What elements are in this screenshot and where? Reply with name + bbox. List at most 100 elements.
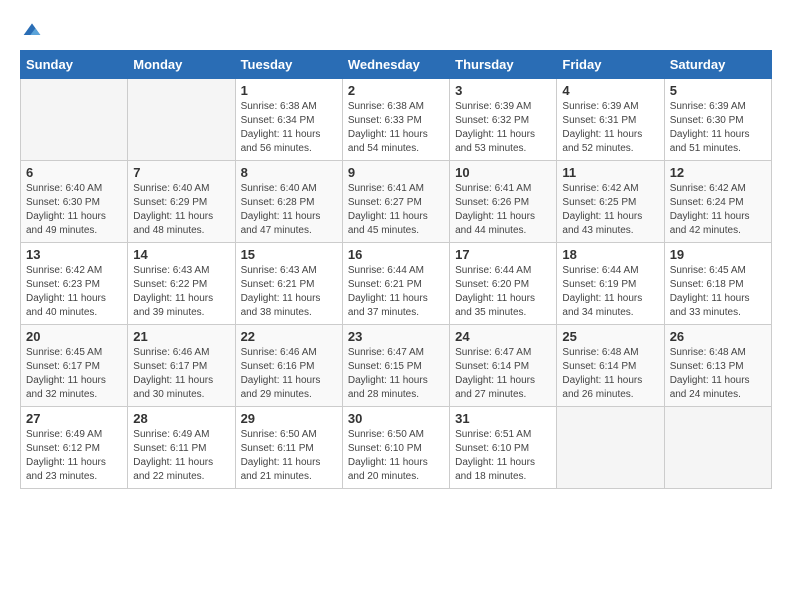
calendar-cell: 10 Sunrise: 6:41 AM Sunset: 6:26 PM Dayli… xyxy=(450,161,557,243)
day-number: 25 xyxy=(562,329,658,344)
weekday-header: Friday xyxy=(557,51,664,79)
day-info: Sunrise: 6:48 AM Sunset: 6:13 PM Dayligh… xyxy=(670,346,766,402)
logo xyxy=(20,20,42,40)
day-number: 10 xyxy=(455,165,551,180)
day-number: 5 xyxy=(670,83,766,98)
day-info: Sunrise: 6:45 AM Sunset: 6:17 PM Dayligh… xyxy=(26,346,122,402)
day-info: Sunrise: 6:39 AM Sunset: 6:31 PM Dayligh… xyxy=(562,100,658,156)
day-number: 11 xyxy=(562,165,658,180)
page-header xyxy=(20,20,772,40)
weekday-header: Wednesday xyxy=(342,51,449,79)
calendar-cell xyxy=(128,79,235,161)
day-info: Sunrise: 6:43 AM Sunset: 6:21 PM Dayligh… xyxy=(241,264,337,320)
calendar-cell: 20Sunrise: 6:45 AM Sunset: 6:17 PM Dayli… xyxy=(21,325,128,407)
day-number: 27 xyxy=(26,411,122,426)
weekday-header: Thursday xyxy=(450,51,557,79)
day-info: Sunrise: 6:41 AM Sunset: 6:27 PM Dayligh… xyxy=(348,182,444,238)
day-number: 24 xyxy=(455,329,551,344)
day-info: Sunrise: 6:46 AM Sunset: 6:17 PM Dayligh… xyxy=(133,346,229,402)
day-number: 3 xyxy=(455,83,551,98)
calendar-cell xyxy=(21,79,128,161)
day-info: Sunrise: 6:43 AM Sunset: 6:22 PM Dayligh… xyxy=(133,264,229,320)
weekday-header: Tuesday xyxy=(235,51,342,79)
day-info: Sunrise: 6:46 AM Sunset: 6:16 PM Dayligh… xyxy=(241,346,337,402)
day-info: Sunrise: 6:42 AM Sunset: 6:23 PM Dayligh… xyxy=(26,264,122,320)
day-number: 28 xyxy=(133,411,229,426)
calendar-table: SundayMondayTuesdayWednesdayThursdayFrid… xyxy=(20,50,772,489)
day-info: Sunrise: 6:38 AM Sunset: 6:34 PM Dayligh… xyxy=(241,100,337,156)
calendar-cell: 9 Sunrise: 6:41 AM Sunset: 6:27 PM Daylig… xyxy=(342,161,449,243)
weekday-header-row: SundayMondayTuesdayWednesdayThursdayFrid… xyxy=(21,51,772,79)
calendar-cell: 1 Sunrise: 6:38 AM Sunset: 6:34 PM Daylig… xyxy=(235,79,342,161)
day-info: Sunrise: 6:50 AM Sunset: 6:10 PM Dayligh… xyxy=(348,428,444,484)
day-number: 21 xyxy=(133,329,229,344)
calendar-cell: 26 Sunrise: 6:48 AM Sunset: 6:13 PM Dayli… xyxy=(664,325,771,407)
day-number: 30 xyxy=(348,411,444,426)
calendar-cell: 8 Sunrise: 6:40 AM Sunset: 6:28 PM Daylig… xyxy=(235,161,342,243)
day-number: 6 xyxy=(26,165,122,180)
calendar-cell: 27Sunrise: 6:49 AM Sunset: 6:12 PM Dayli… xyxy=(21,407,128,489)
calendar-cell: 3 Sunrise: 6:39 AM Sunset: 6:32 PM Daylig… xyxy=(450,79,557,161)
day-number: 26 xyxy=(670,329,766,344)
day-info: Sunrise: 6:48 AM Sunset: 6:14 PM Dayligh… xyxy=(562,346,658,402)
day-number: 7 xyxy=(133,165,229,180)
calendar-cell xyxy=(557,407,664,489)
calendar-cell: 11Sunrise: 6:42 AM Sunset: 6:25 PM Dayli… xyxy=(557,161,664,243)
day-number: 29 xyxy=(241,411,337,426)
day-info: Sunrise: 6:45 AM Sunset: 6:18 PM Dayligh… xyxy=(670,264,766,320)
day-info: Sunrise: 6:44 AM Sunset: 6:19 PM Dayligh… xyxy=(562,264,658,320)
calendar-cell: 13 Sunrise: 6:42 AM Sunset: 6:23 PM Dayli… xyxy=(21,243,128,325)
day-info: Sunrise: 6:41 AM Sunset: 6:26 PM Dayligh… xyxy=(455,182,551,238)
day-info: Sunrise: 6:44 AM Sunset: 6:20 PM Dayligh… xyxy=(455,264,551,320)
day-info: Sunrise: 6:51 AM Sunset: 6:10 PM Dayligh… xyxy=(455,428,551,484)
calendar-cell: 30 Sunrise: 6:50 AM Sunset: 6:10 PM Dayli… xyxy=(342,407,449,489)
day-number: 9 xyxy=(348,165,444,180)
day-info: Sunrise: 6:50 AM Sunset: 6:11 PM Dayligh… xyxy=(241,428,337,484)
day-info: Sunrise: 6:44 AM Sunset: 6:21 PM Dayligh… xyxy=(348,264,444,320)
calendar-cell: 2Sunrise: 6:38 AM Sunset: 6:33 PM Daylig… xyxy=(342,79,449,161)
day-number: 17 xyxy=(455,247,551,262)
calendar-cell: 23 Sunrise: 6:47 AM Sunset: 6:15 PM Dayli… xyxy=(342,325,449,407)
day-number: 22 xyxy=(241,329,337,344)
weekday-header: Monday xyxy=(128,51,235,79)
weekday-header: Sunday xyxy=(21,51,128,79)
day-number: 18 xyxy=(562,247,658,262)
calendar-cell: 6Sunrise: 6:40 AM Sunset: 6:30 PM Daylig… xyxy=(21,161,128,243)
day-number: 13 xyxy=(26,247,122,262)
calendar-week-row: 6Sunrise: 6:40 AM Sunset: 6:30 PM Daylig… xyxy=(21,161,772,243)
day-info: Sunrise: 6:38 AM Sunset: 6:33 PM Dayligh… xyxy=(348,100,444,156)
calendar-cell: 12Sunrise: 6:42 AM Sunset: 6:24 PM Dayli… xyxy=(664,161,771,243)
day-number: 19 xyxy=(670,247,766,262)
day-number: 31 xyxy=(455,411,551,426)
calendar-week-row: 1 Sunrise: 6:38 AM Sunset: 6:34 PM Daylig… xyxy=(21,79,772,161)
day-info: Sunrise: 6:47 AM Sunset: 6:14 PM Dayligh… xyxy=(455,346,551,402)
day-info: Sunrise: 6:39 AM Sunset: 6:32 PM Dayligh… xyxy=(455,100,551,156)
calendar-cell: 18 Sunrise: 6:44 AM Sunset: 6:19 PM Dayli… xyxy=(557,243,664,325)
calendar-cell: 31 Sunrise: 6:51 AM Sunset: 6:10 PM Dayli… xyxy=(450,407,557,489)
calendar-cell: 15 Sunrise: 6:43 AM Sunset: 6:21 PM Dayli… xyxy=(235,243,342,325)
calendar-cell: 25 Sunrise: 6:48 AM Sunset: 6:14 PM Dayli… xyxy=(557,325,664,407)
calendar-cell: 14 Sunrise: 6:43 AM Sunset: 6:22 PM Dayli… xyxy=(128,243,235,325)
day-info: Sunrise: 6:49 AM Sunset: 6:11 PM Dayligh… xyxy=(133,428,229,484)
day-number: 15 xyxy=(241,247,337,262)
day-number: 4 xyxy=(562,83,658,98)
calendar-cell xyxy=(664,407,771,489)
day-number: 1 xyxy=(241,83,337,98)
day-number: 14 xyxy=(133,247,229,262)
calendar-week-row: 20Sunrise: 6:45 AM Sunset: 6:17 PM Dayli… xyxy=(21,325,772,407)
calendar-cell: 7 Sunrise: 6:40 AM Sunset: 6:29 PM Daylig… xyxy=(128,161,235,243)
day-number: 12 xyxy=(670,165,766,180)
day-info: Sunrise: 6:40 AM Sunset: 6:29 PM Dayligh… xyxy=(133,182,229,238)
logo-icon xyxy=(22,20,42,40)
weekday-header: Saturday xyxy=(664,51,771,79)
day-info: Sunrise: 6:39 AM Sunset: 6:30 PM Dayligh… xyxy=(670,100,766,156)
calendar-cell: 29 Sunrise: 6:50 AM Sunset: 6:11 PM Dayli… xyxy=(235,407,342,489)
calendar-cell: 5 Sunrise: 6:39 AM Sunset: 6:30 PM Daylig… xyxy=(664,79,771,161)
day-number: 8 xyxy=(241,165,337,180)
calendar-cell: 28 Sunrise: 6:49 AM Sunset: 6:11 PM Dayli… xyxy=(128,407,235,489)
day-info: Sunrise: 6:40 AM Sunset: 6:28 PM Dayligh… xyxy=(241,182,337,238)
day-info: Sunrise: 6:47 AM Sunset: 6:15 PM Dayligh… xyxy=(348,346,444,402)
calendar-week-row: 27Sunrise: 6:49 AM Sunset: 6:12 PM Dayli… xyxy=(21,407,772,489)
day-number: 23 xyxy=(348,329,444,344)
calendar-cell: 17 Sunrise: 6:44 AM Sunset: 6:20 PM Dayli… xyxy=(450,243,557,325)
